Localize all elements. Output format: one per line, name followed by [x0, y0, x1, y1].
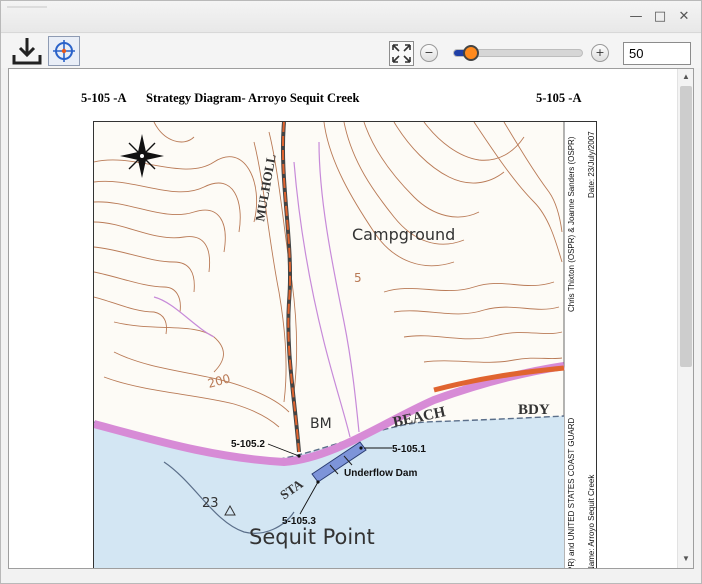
map-label-mulholland: MULHOLL — [252, 153, 279, 223]
doc-header-right: 5-105 -A — [536, 91, 582, 105]
title-bar[interactable]: — □ ✕ — [1, 1, 701, 33]
map-label-5-105-1[interactable]: 5-105.1 — [392, 444, 426, 455]
zoom-in-button[interactable]: + — [591, 44, 609, 62]
side-text-authors: Chris Thixton (OSPR) & Joanne Sanders (O… — [567, 136, 576, 312]
map-label-bdy: BDY — [518, 402, 550, 418]
toolbar: − + — [1, 34, 701, 68]
scroll-up-icon[interactable]: ▲ — [681, 72, 691, 81]
title-bar-grip — [7, 6, 47, 8]
download-icon[interactable] — [11, 36, 43, 66]
map-label-bm: BM — [310, 416, 332, 432]
map-label-5-105-3[interactable]: 5-105.3 — [282, 516, 316, 527]
app-window: — □ ✕ − + 50 5-105 -A Strategy Diagram- … — [0, 0, 702, 584]
map-label-campground: Campground — [352, 225, 455, 244]
zoom-slider[interactable] — [453, 45, 583, 61]
document-viewer[interactable]: 5-105 -A Strategy Diagram- Arroyo Sequit… — [8, 68, 694, 569]
side-text-date: Date: 23/July/2007 — [587, 131, 596, 198]
map-label-sequit-point: Sequit Point — [249, 525, 375, 549]
minimize-icon[interactable]: — — [628, 9, 644, 25]
topographic-map: Campground Sequit Point BEACH BDY MULHOL… — [94, 122, 596, 569]
scroll-thumb[interactable] — [680, 86, 692, 367]
vertical-scrollbar[interactable]: ▲ ▼ — [677, 69, 693, 568]
doc-header-left: 5-105 -A — [81, 91, 127, 105]
doc-title: Strategy Diagram- Arroyo Sequit Creek — [146, 91, 360, 105]
north-arrow-icon — [120, 134, 164, 178]
zoom-percent-input[interactable] — [623, 42, 691, 65]
side-text-name: Name: Arroyo Sequit Creek — [587, 474, 596, 569]
zoom-slider-handle[interactable] — [463, 45, 479, 61]
crosshair-icon[interactable] — [48, 36, 80, 66]
zoom-out-button[interactable]: − — [420, 44, 438, 62]
strategy-map[interactable]: Campground Sequit Point BEACH BDY MULHOL… — [93, 121, 597, 569]
maximize-icon[interactable]: □ — [652, 9, 668, 25]
map-label-5-105-2[interactable]: 5-105.2 — [231, 439, 265, 450]
fit-to-screen-icon[interactable] — [389, 41, 414, 66]
map-label-underflow-dam[interactable]: Underflow Dam — [344, 468, 417, 479]
map-label-contour-200: 200 — [206, 371, 232, 390]
scroll-down-icon[interactable]: ▼ — [681, 554, 691, 563]
side-text-coast-guard: PR) and UNITED STATES COAST GUARD — [567, 418, 576, 569]
map-label-contour-23: 23 — [202, 496, 219, 511]
map-label-contour-5: 5 — [354, 271, 362, 285]
close-icon[interactable]: ✕ — [676, 9, 692, 25]
